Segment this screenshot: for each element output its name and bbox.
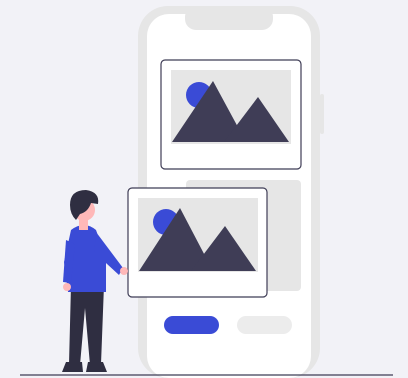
phone-side-button [320,94,324,134]
secondary-pill-button [237,316,292,334]
image-placeholder-icon [138,198,258,272]
illustration-canvas [0,0,408,378]
image-card-bottom [127,187,268,298]
phone-notch [185,6,273,30]
primary-pill-button [164,316,219,334]
person-figure [62,190,128,372]
image-placeholder-icon [171,70,291,144]
image-card-top [160,59,302,170]
phone-image-illustration [20,6,393,378]
